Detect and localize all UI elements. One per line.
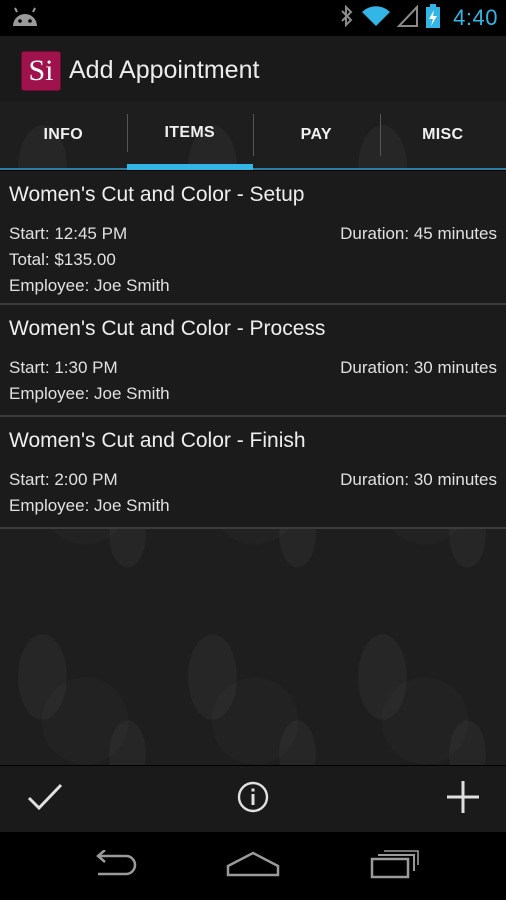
recent-apps-button[interactable] [340, 832, 450, 900]
tab-bar: INFO ITEMS PAY MISC [0, 102, 506, 170]
tab-items[interactable]: ITEMS [126, 102, 253, 170]
list-item[interactable]: Women's Cut and Color - Process Start: 1… [0, 305, 506, 417]
item-title: Women's Cut and Color - Setup [9, 183, 305, 206]
list-item[interactable]: Women's Cut and Color - Setup Start: 12:… [0, 171, 506, 305]
recent-apps-icon [370, 849, 420, 884]
item-start-row: Start: 1:30 PM Duration: 30 minutes [9, 355, 497, 381]
item-start: Start: 2:00 PM [9, 470, 118, 489]
back-button[interactable] [58, 832, 168, 900]
back-icon [88, 848, 138, 883]
checkmark-icon [27, 782, 63, 817]
app-logo[interactable]: Si [21, 51, 61, 91]
info-icon [237, 781, 269, 818]
item-start: Start: 12:45 PM [9, 224, 128, 243]
item-employee: Employee: Joe Smith [9, 276, 170, 295]
item-start-row: Start: 12:45 PM Duration: 45 minutes [9, 221, 497, 247]
save-button[interactable] [0, 766, 90, 832]
home-icon [225, 850, 281, 883]
battery-charging-icon [425, 3, 441, 34]
item-duration: Duration: 30 minutes [340, 470, 497, 489]
plus-icon [445, 779, 481, 820]
list-item[interactable]: Women's Cut and Color - Finish Start: 2:… [0, 417, 506, 529]
item-duration: Duration: 45 minutes [340, 224, 497, 243]
status-bar: 4:40 [0, 0, 506, 36]
android-debug-icon [10, 6, 40, 35]
status-icons: 4:40 [339, 0, 498, 36]
signal-icon [396, 3, 419, 33]
add-item-button[interactable] [418, 766, 506, 832]
item-title: Women's Cut and Color - Process [9, 317, 326, 340]
item-duration: Duration: 30 minutes [340, 358, 497, 377]
tab-info[interactable]: INFO [0, 102, 127, 170]
item-start: Start: 1:30 PM [9, 358, 118, 377]
info-button[interactable] [208, 766, 298, 832]
appointment-items-list: Women's Cut and Color - Setup Start: 12:… [0, 171, 506, 765]
tab-pay[interactable]: PAY [253, 102, 380, 170]
tab-misc[interactable]: MISC [379, 102, 506, 170]
status-time: 4:40 [453, 5, 498, 30]
bluetooth-icon [339, 4, 355, 33]
item-title: Women's Cut and Color - Finish [9, 429, 306, 452]
home-button[interactable] [198, 832, 308, 900]
item-employee: Employee: Joe Smith [9, 496, 170, 515]
action-bar: Si Add Appointment [0, 36, 506, 102]
bottom-action-bar [0, 766, 506, 832]
item-start-row: Start: 2:00 PM Duration: 30 minutes [9, 467, 497, 493]
navigation-bar [0, 832, 506, 900]
item-employee: Employee: Joe Smith [9, 384, 170, 403]
screen: 4:40 Si Add Appointment INFO ITEMS PAY M… [0, 0, 506, 900]
wifi-icon [361, 4, 391, 33]
item-total: Total: $135.00 [9, 250, 116, 269]
page-title: Add Appointment [69, 56, 260, 84]
